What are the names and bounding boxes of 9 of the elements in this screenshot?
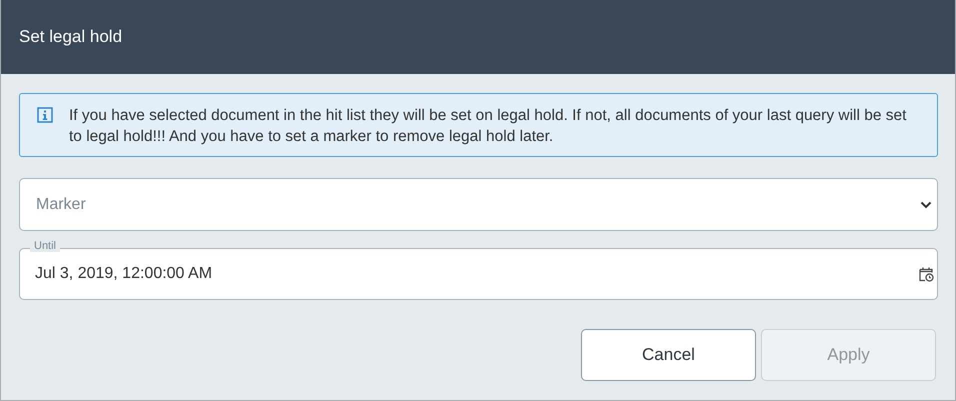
dialog-title: Set legal hold [19, 27, 122, 47]
field-label: Until [30, 240, 60, 252]
info-icon [37, 107, 53, 123]
chevron-down-icon [920, 200, 932, 208]
info-message: If you have selected document in the hit list they will be set on legal hold. If not, all documents of your last query will be set to legal hold!!! And you have to set a marker to remove legal hold later. [69, 106, 908, 147]
calendar-clock-icon[interactable] [918, 266, 934, 282]
cancel-button[interactable]: Cancel [581, 329, 756, 381]
marker-select[interactable]: Marker [19, 178, 938, 231]
date-field[interactable]: Jul 3, 2019, 12:00:00 AM [19, 248, 938, 300]
